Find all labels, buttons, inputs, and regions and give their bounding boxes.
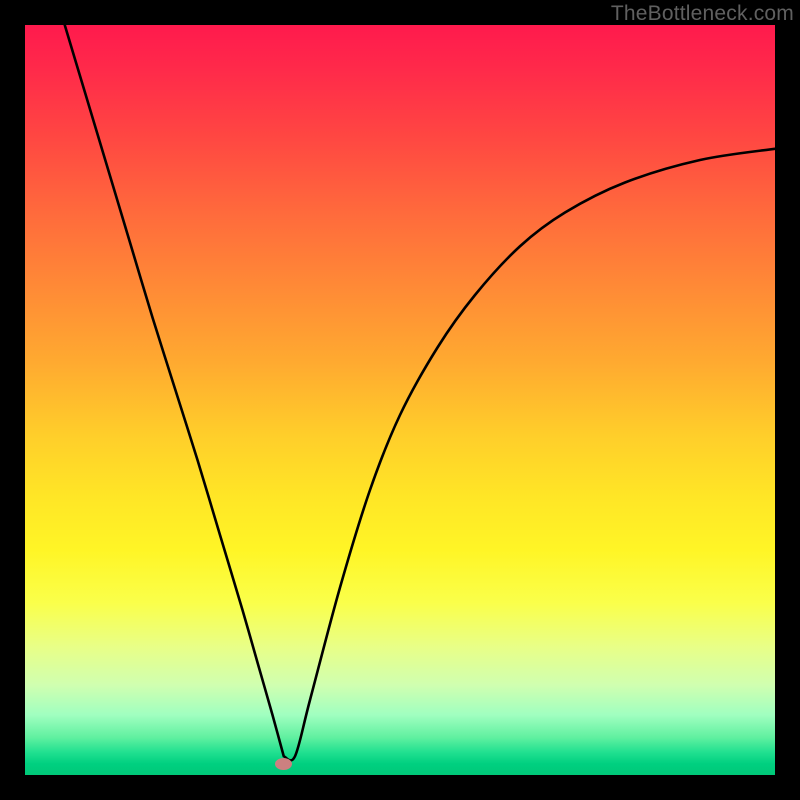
optimal-point-marker: [275, 758, 292, 770]
bottleneck-curve: [65, 25, 775, 760]
watermark-text: TheBottleneck.com: [611, 2, 794, 26]
plot-area: [25, 25, 775, 775]
chart-frame: TheBottleneck.com: [0, 0, 800, 800]
curve-layer: [25, 25, 775, 775]
